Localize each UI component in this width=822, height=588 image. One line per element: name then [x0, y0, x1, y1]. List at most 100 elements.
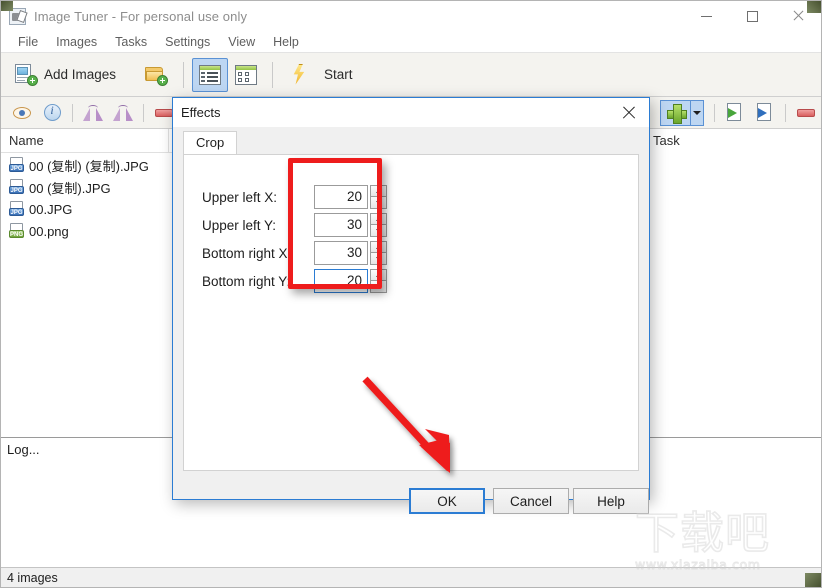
- field-bottom-right-x: Bottom right X: 30: [202, 241, 387, 265]
- menu-bar: File Images Tasks Settings View Help: [1, 31, 821, 53]
- dialog-tabstrip: Crop: [183, 131, 639, 155]
- chevron-up-icon: [375, 273, 382, 277]
- ok-button[interactable]: OK: [409, 488, 485, 514]
- task-panel[interactable]: Task: [647, 129, 821, 437]
- list-toolbar-separator-1: [72, 103, 73, 122]
- info-button[interactable]: [37, 100, 67, 126]
- dialog-title-bar: Effects: [173, 98, 649, 127]
- upper-left-x-input[interactable]: 20: [314, 185, 368, 209]
- help-button[interactable]: Help: [573, 488, 649, 514]
- field-bottom-right-y: Bottom right Y: 20: [202, 269, 387, 293]
- menu-item-file[interactable]: File: [9, 33, 47, 51]
- rotate-right-button[interactable]: [108, 100, 138, 126]
- toolbar-separator-2: [272, 61, 274, 88]
- details-view-button[interactable]: [192, 57, 229, 92]
- jpg-file-icon: JPG: [9, 179, 25, 195]
- load-task-button[interactable]: [720, 100, 750, 126]
- chevron-down-icon: [375, 256, 382, 261]
- remove-minus-icon: [797, 108, 815, 117]
- spin-up-button[interactable]: [370, 241, 387, 253]
- chevron-down-icon: [375, 200, 382, 205]
- close-icon: [622, 106, 636, 120]
- minimize-button[interactable]: [683, 1, 729, 31]
- spin-up-button[interactable]: [370, 269, 387, 281]
- eye-preview-icon: [13, 106, 31, 119]
- jpg-file-icon: JPG: [9, 201, 25, 217]
- field-upper-left-y: Upper left Y: 30: [202, 213, 387, 237]
- save-task-icon: [756, 103, 775, 122]
- start-button[interactable]: Start: [281, 58, 360, 92]
- maximize-button[interactable]: [729, 1, 775, 31]
- spin-down-button[interactable]: [370, 197, 387, 209]
- file-name: 00 (复制) (复制).JPG: [29, 158, 149, 174]
- save-task-button[interactable]: [750, 100, 780, 126]
- corner-accent-bottom-right: [805, 573, 821, 587]
- task-panel-header: Task: [653, 133, 680, 148]
- cancel-button[interactable]: Cancel: [493, 488, 569, 514]
- add-images-label: Add Images: [44, 67, 117, 82]
- start-label: Start: [324, 67, 353, 82]
- preview-button[interactable]: [7, 100, 37, 126]
- add-images-icon: [14, 63, 38, 86]
- bottom-right-y-input[interactable]: 20: [314, 269, 368, 293]
- menu-item-view[interactable]: View: [219, 33, 264, 51]
- upper-left-x-stepper[interactable]: 20: [314, 185, 387, 209]
- column-header-name[interactable]: Name: [1, 128, 169, 153]
- spin-up-button[interactable]: [370, 185, 387, 197]
- upper-left-y-stepper[interactable]: 30: [314, 213, 387, 237]
- thumbnails-view-button[interactable]: [228, 58, 264, 92]
- png-file-icon: PNG: [9, 223, 25, 239]
- bottom-right-y-stepper[interactable]: 20: [314, 269, 387, 293]
- rotate-left-button[interactable]: [78, 100, 108, 126]
- spin-down-button[interactable]: [370, 225, 387, 237]
- rotate-left-icon: [83, 104, 103, 121]
- status-text: 4 images: [7, 570, 58, 585]
- tab-crop[interactable]: Crop: [183, 131, 238, 155]
- chevron-down-icon: [375, 228, 382, 233]
- spin-down-button[interactable]: [370, 281, 387, 293]
- add-images-button[interactable]: Add Images: [7, 58, 123, 92]
- upper-left-y-input[interactable]: 30: [314, 213, 368, 237]
- remove-minus-icon: [155, 108, 173, 117]
- menu-item-help[interactable]: Help: [264, 33, 308, 51]
- info-icon: [43, 103, 61, 121]
- add-plus-icon: [666, 103, 687, 124]
- spin-down-button[interactable]: [370, 253, 387, 265]
- dialog-body: Crop Upper left X: 20 Upper left Y: 30 B…: [173, 127, 649, 514]
- close-icon: [792, 10, 804, 22]
- main-toolbar: Add Images Start: [1, 53, 821, 97]
- field-label: Upper left Y:: [202, 217, 277, 233]
- field-upper-left-x: Upper left X: 20: [202, 185, 387, 209]
- thumbnails-view-icon: [235, 64, 258, 85]
- menu-item-settings[interactable]: Settings: [156, 33, 219, 51]
- effects-dialog: Effects Crop Upper left X: 20 Upper left…: [172, 97, 650, 514]
- add-folder-button[interactable]: [137, 58, 175, 92]
- menu-item-images[interactable]: Images: [47, 33, 106, 51]
- application-window: Image Tuner - For personal use only File…: [0, 0, 822, 588]
- maximize-icon: [746, 10, 758, 22]
- chevron-up-icon: [375, 245, 382, 249]
- task-toolbar-separator-1: [714, 103, 715, 122]
- corner-accent-left: [1, 1, 13, 11]
- list-toolbar-separator-2: [143, 103, 144, 122]
- jpg-file-icon: JPG: [9, 157, 25, 173]
- file-name: 00.png: [29, 223, 69, 239]
- task-toolbar-separator-2: [785, 103, 786, 122]
- add-task-button[interactable]: [660, 99, 690, 126]
- chevron-up-icon: [375, 189, 382, 193]
- file-name: 00 (复制).JPG: [29, 180, 111, 196]
- add-folder-icon: [144, 64, 169, 86]
- lightning-bolt-icon: [288, 63, 310, 87]
- remove-task-button[interactable]: [791, 100, 821, 126]
- spin-up-button[interactable]: [370, 213, 387, 225]
- bottom-right-x-input[interactable]: 30: [314, 241, 368, 265]
- menu-item-tasks[interactable]: Tasks: [106, 33, 156, 51]
- minimize-icon: [700, 15, 712, 17]
- field-label: Bottom right Y:: [202, 273, 291, 289]
- bottom-right-x-stepper[interactable]: 30: [314, 241, 387, 265]
- title-bar: Image Tuner - For personal use only: [1, 1, 821, 31]
- task-toolbar: [646, 97, 821, 129]
- add-task-dropdown-button[interactable]: [690, 99, 704, 126]
- dialog-close-button[interactable]: [609, 98, 649, 127]
- chevron-down-icon: [693, 110, 701, 115]
